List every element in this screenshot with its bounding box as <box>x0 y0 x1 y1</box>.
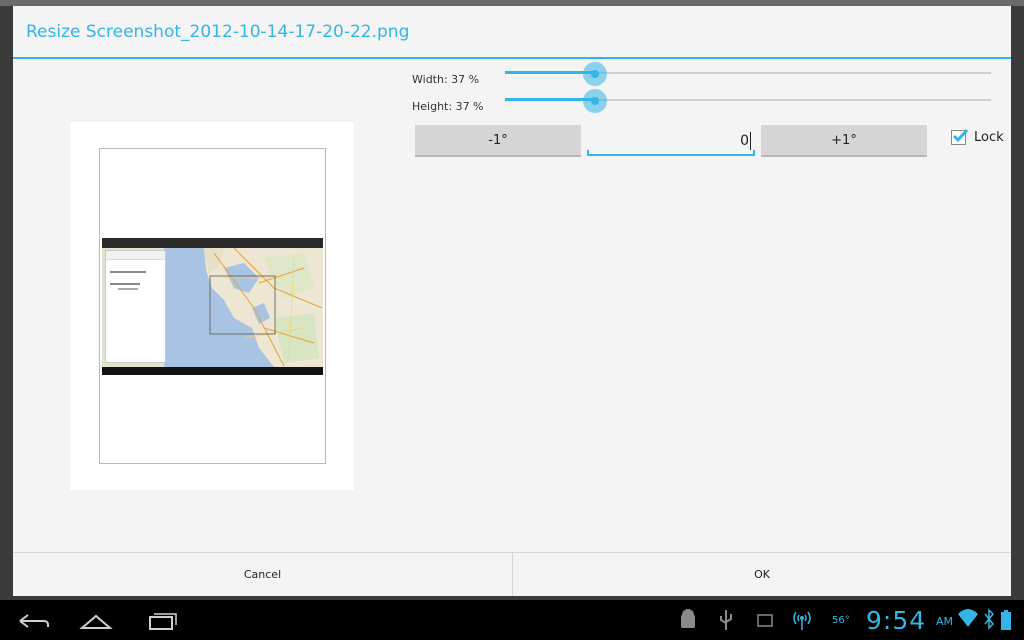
wireless-tether-icon <box>790 600 814 640</box>
resize-dialog: Resize Screenshot_2012-10-14-17-20-22.pn… <box>13 6 1011 596</box>
thumbnail-nav-bar <box>102 367 323 375</box>
text-cursor <box>750 132 751 150</box>
preview-card <box>70 122 354 490</box>
clock: 9:54 <box>866 606 927 635</box>
usb-icon <box>716 600 736 640</box>
preview-page <box>99 148 326 464</box>
angle-value: 0 <box>740 133 749 149</box>
bluetooth-icon <box>982 600 996 640</box>
thumbnail-side-panel <box>105 250 166 363</box>
rotate-plus-button[interactable]: +1° <box>761 125 927 157</box>
width-label: Width: 37 % <box>412 73 480 86</box>
height-slider-fill <box>505 98 595 101</box>
checkmark-icon <box>952 128 969 142</box>
height-slider[interactable] <box>505 89 991 113</box>
rotate-minus-button[interactable]: -1° <box>415 125 581 157</box>
width-slider-fill <box>505 71 595 74</box>
home-icon[interactable] <box>76 608 116 634</box>
screenshot-thumbnail <box>102 238 323 375</box>
dialog-title: Resize Screenshot_2012-10-14-17-20-22.pn… <box>26 22 410 42</box>
thumbnail-text-line <box>110 283 140 285</box>
height-label: Height: 37 % <box>412 100 484 113</box>
thumbnail-text-line <box>118 288 138 290</box>
battery-icon <box>998 600 1014 640</box>
android-debug-icon <box>676 600 700 640</box>
dialog-title-bar: Resize Screenshot_2012-10-14-17-20-22.pn… <box>13 6 1011 59</box>
thumbnail-panel-header <box>106 251 165 260</box>
lock-checkbox[interactable] <box>951 128 969 145</box>
cancel-button[interactable]: Cancel <box>13 553 512 596</box>
ok-button[interactable]: OK <box>513 553 1011 596</box>
width-slider-thumb[interactable] <box>583 62 607 86</box>
clock-ampm: AM <box>936 615 954 628</box>
angle-input[interactable]: 0 <box>587 126 755 156</box>
temperature: 56° <box>832 615 850 626</box>
angle-input-underline <box>587 150 755 156</box>
title-divider <box>13 57 1011 59</box>
wifi-icon <box>956 600 980 640</box>
thumbnail-text-line <box>110 271 146 273</box>
map-thumbnail <box>164 248 323 367</box>
screenshot-icon <box>754 600 776 640</box>
dialog-button-bar: Cancel OK <box>13 552 1011 596</box>
recent-apps-icon[interactable] <box>142 608 182 634</box>
thumbnail-action-bar <box>102 238 323 248</box>
back-icon[interactable] <box>14 608 54 634</box>
system-bar: 56° 9:54 AM <box>0 600 1024 640</box>
height-slider-thumb[interactable] <box>583 89 607 113</box>
width-slider[interactable] <box>505 62 991 86</box>
lock-label: Lock <box>974 129 1004 145</box>
lock-checkbox-row[interactable]: Lock <box>951 127 1004 147</box>
